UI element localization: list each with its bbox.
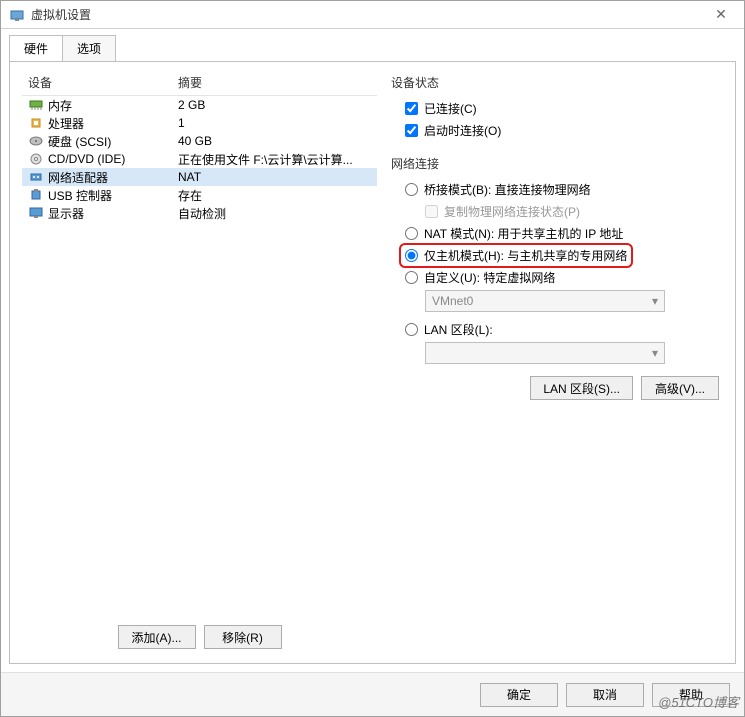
replicate-checkbox bbox=[425, 205, 438, 218]
vmnet-value: VMnet0 bbox=[432, 294, 473, 308]
tab-options[interactable]: 选项 bbox=[62, 35, 116, 61]
hardware-row[interactable]: 内存2 GB bbox=[22, 96, 377, 114]
col-device: 设备 bbox=[28, 74, 178, 91]
tab-bar: 硬件 选项 bbox=[1, 29, 744, 61]
lanseg-radio-row[interactable]: LAN 区段(L): bbox=[405, 318, 723, 340]
hostonly-label: 仅主机模式(H): 与主机共享的专用网络 bbox=[424, 247, 627, 264]
device-label: 网络适配器 bbox=[48, 169, 178, 186]
device-summary: 正在使用文件 F:\云计算\云计算... bbox=[178, 151, 377, 168]
hardware-table-header: 设备 摘要 bbox=[22, 72, 377, 96]
hostonly-radio[interactable] bbox=[405, 249, 418, 262]
bridged-radio[interactable] bbox=[405, 183, 418, 196]
cpu-icon bbox=[28, 116, 44, 130]
connected-checkbox-row[interactable]: 已连接(C) bbox=[405, 97, 723, 119]
connected-checkbox[interactable] bbox=[405, 102, 418, 115]
hardware-row[interactable]: 网络适配器NAT bbox=[22, 168, 377, 186]
close-button[interactable]: ✕ bbox=[706, 1, 736, 28]
hostonly-radio-row[interactable]: 仅主机模式(H): 与主机共享的专用网络 bbox=[405, 244, 723, 266]
device-label: 显示器 bbox=[48, 205, 178, 222]
replicate-label: 复制物理网络连接状态(P) bbox=[444, 203, 580, 220]
poweron-checkbox[interactable] bbox=[405, 124, 418, 137]
disk-icon bbox=[28, 134, 44, 148]
lanseg-select bbox=[425, 342, 665, 364]
titlebar: 虚拟机设置 ✕ bbox=[1, 1, 744, 29]
cancel-button[interactable]: 取消 bbox=[566, 683, 644, 707]
vm-settings-window: 虚拟机设置 ✕ 硬件 选项 设备 摘要 内存2 GB处理器1硬盘 (SCSI)4… bbox=[0, 0, 745, 717]
poweron-label: 启动时连接(O) bbox=[424, 122, 501, 139]
lan-segments-button[interactable]: LAN 区段(S)... bbox=[530, 376, 633, 400]
ok-button[interactable]: 确定 bbox=[480, 683, 558, 707]
content-panel: 设备 摘要 内存2 GB处理器1硬盘 (SCSI)40 GBCD/DVD (ID… bbox=[9, 61, 736, 664]
hardware-row[interactable]: CD/DVD (IDE)正在使用文件 F:\云计算\云计算... bbox=[22, 150, 377, 168]
lanseg-radio[interactable] bbox=[405, 323, 418, 336]
device-detail-panel: 设备状态 已连接(C) 启动时连接(O) 网络连接 bbox=[377, 72, 723, 663]
nat-radio-row[interactable]: NAT 模式(N): 用于共享主机的 IP 地址 bbox=[405, 222, 723, 244]
poweron-checkbox-row[interactable]: 启动时连接(O) bbox=[405, 119, 723, 141]
device-summary: 1 bbox=[178, 116, 377, 130]
dialog-footer: 确定 取消 帮助 bbox=[1, 672, 744, 716]
hardware-row[interactable]: 显示器自动检测 bbox=[22, 204, 377, 222]
hostonly-highlight: 仅主机模式(H): 与主机共享的专用网络 bbox=[399, 243, 633, 268]
bridged-radio-row[interactable]: 桥接模式(B): 直接连接物理网络 bbox=[405, 178, 723, 200]
tab-hardware[interactable]: 硬件 bbox=[9, 35, 63, 61]
device-label: 内存 bbox=[48, 97, 178, 114]
watermark: @51CTO博客 bbox=[658, 692, 739, 711]
memory-icon bbox=[28, 98, 44, 112]
device-summary: 2 GB bbox=[178, 98, 377, 112]
hardware-list-panel: 设备 摘要 内存2 GB处理器1硬盘 (SCSI)40 GBCD/DVD (ID… bbox=[22, 72, 377, 663]
device-label: USB 控制器 bbox=[48, 187, 178, 204]
device-label: 处理器 bbox=[48, 115, 178, 132]
device-status-group: 设备状态 已连接(C) 启动时连接(O) bbox=[391, 74, 723, 141]
custom-radio[interactable] bbox=[405, 271, 418, 284]
hardware-table: 设备 摘要 内存2 GB处理器1硬盘 (SCSI)40 GBCD/DVD (ID… bbox=[22, 72, 377, 615]
network-extra-buttons: LAN 区段(S)... 高级(V)... bbox=[391, 376, 723, 400]
net-icon bbox=[28, 170, 44, 184]
connected-label: 已连接(C) bbox=[424, 100, 477, 117]
network-connection-group: 网络连接 桥接模式(B): 直接连接物理网络 复制物理网络连接状态(P) bbox=[391, 155, 723, 400]
device-summary: 存在 bbox=[178, 187, 377, 204]
custom-radio-row[interactable]: 自定义(U): 特定虚拟网络 bbox=[405, 266, 723, 288]
nat-radio[interactable] bbox=[405, 227, 418, 240]
add-button[interactable]: 添加(A)... bbox=[118, 625, 196, 649]
device-summary: NAT bbox=[178, 170, 377, 184]
display-icon bbox=[28, 206, 44, 220]
bridged-label: 桥接模式(B): 直接连接物理网络 bbox=[424, 181, 591, 198]
network-connection-title: 网络连接 bbox=[391, 155, 723, 172]
app-icon bbox=[9, 7, 25, 23]
cd-icon bbox=[28, 152, 44, 166]
lanseg-label: LAN 区段(L): bbox=[424, 321, 493, 338]
hardware-buttons: 添加(A)... 移除(R) bbox=[22, 615, 377, 663]
hardware-row[interactable]: 处理器1 bbox=[22, 114, 377, 132]
replicate-checkbox-row: 复制物理网络连接状态(P) bbox=[405, 200, 723, 222]
usb-icon bbox=[28, 188, 44, 202]
remove-button[interactable]: 移除(R) bbox=[204, 625, 282, 649]
advanced-button[interactable]: 高级(V)... bbox=[641, 376, 719, 400]
device-label: CD/DVD (IDE) bbox=[48, 152, 178, 166]
device-status-title: 设备状态 bbox=[391, 74, 723, 91]
hardware-row[interactable]: USB 控制器存在 bbox=[22, 186, 377, 204]
device-summary: 自动检测 bbox=[178, 205, 377, 222]
col-summary: 摘要 bbox=[178, 74, 377, 91]
vmnet-select: VMnet0 bbox=[425, 290, 665, 312]
nat-label: NAT 模式(N): 用于共享主机的 IP 地址 bbox=[424, 225, 623, 242]
hardware-row[interactable]: 硬盘 (SCSI)40 GB bbox=[22, 132, 377, 150]
custom-label: 自定义(U): 特定虚拟网络 bbox=[424, 269, 555, 286]
device-label: 硬盘 (SCSI) bbox=[48, 133, 178, 150]
window-title: 虚拟机设置 bbox=[31, 6, 706, 23]
device-summary: 40 GB bbox=[178, 134, 377, 148]
